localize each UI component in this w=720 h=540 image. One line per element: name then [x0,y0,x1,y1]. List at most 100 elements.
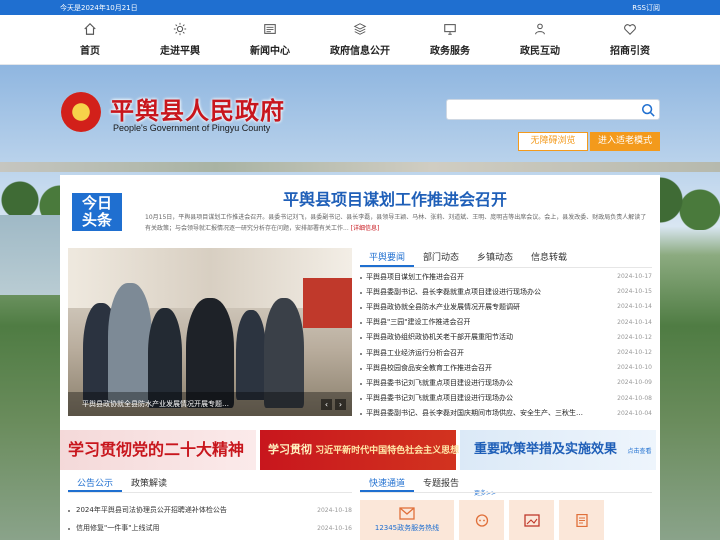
tab-announcements[interactable]: 公告公示 [68,477,123,492]
news-date: 2024-10-12 [617,349,652,357]
tab-special-reports[interactable]: 专题报告 [414,477,468,492]
nav-label: 政务服务 [430,46,470,57]
accessible-browse-button[interactable]: 无障碍浏览 [518,132,588,151]
main-nav: 首页 走进平舆 新闻中心 政府信息公开 政务服务 政民互动 招商引资 [0,15,720,65]
list-item[interactable]: 平舆县委书记刘飞就重点项目建设进行现场办公 2024-10-09 [360,375,652,390]
service-tabs: 快速通道 专题报告 [360,477,652,493]
nav-label: 政府信息公开 [330,46,390,57]
list-item[interactable]: 平舆县委副书记、县长李磊就重点项目建设进行现场办公 2024-10-15 [360,284,652,299]
search-box [446,99,660,120]
tab-reprint-news[interactable]: 信息转载 [522,250,576,267]
news-title[interactable]: 平舆县政协就全县防水产业发展情况开展专题调研 [360,302,520,312]
document-icon [575,513,588,527]
badge-line: 头条 [81,211,112,229]
headline-summary: 10月15日，平舆县项目谋划工作推进会召开。县委书记刘飞，县委副书记、县长李磊，… [145,212,651,234]
quick-tile-document[interactable] [559,500,604,540]
carousel-prev-button[interactable]: ‹ [321,399,332,410]
news-title[interactable]: 平舆县项目谋划工作推进会召开 [360,272,464,282]
list-item[interactable]: 2024年平舆县司法协理员公开招聘递补体检公告 2024-10-18 [68,501,352,519]
news-title[interactable]: 平舆县工业经济运行分析会召开 [360,348,464,358]
list-item[interactable]: 平舆县工业经济运行分析会召开 2024-10-12 [360,345,652,360]
list-item[interactable]: 平舆县政协就全县防水产业发展情况开展专题调研 2024-10-14 [360,299,652,314]
news-photo-carousel[interactable]: 平舆县政协就全县防水产业发展情况开展专题… ‹ › [68,248,352,416]
badge-line: 今日 [81,194,112,212]
notice-title[interactable]: 2024年平舆县司法协理员公开招聘递补体检公告 [68,505,227,515]
nav-item-services[interactable]: 政务服务 [405,22,495,57]
photo-red-board [303,278,352,328]
image-icon [523,513,540,527]
top-bar: 今天是2024年10月21日 RSS订阅 [0,0,720,15]
nav-label: 招商引资 [610,46,650,57]
news-date: 2024-10-15 [617,288,652,296]
news-title[interactable]: 平舆县委副书记、县长李磊就重点项目建设进行现场办公 [360,287,541,297]
photo-caption: 平舆县政协就全县防水产业发展情况开展专题… [68,392,352,416]
summary-text: 10月15日，平舆县项目谋划工作推进会召开。县委书记刘飞，县委副书记、县长李磊，… [145,214,647,232]
list-item[interactable]: 平舆县政协组织政协机关老干部开展重阳节活动 2024-10-12 [360,330,652,345]
news-list: 平舆县项目谋划工作推进会召开 2024-10-17 平舆县委副书记、县长李磊就重点… [360,269,652,421]
search-input[interactable] [447,100,627,119]
banner-policy-measures[interactable]: 重要政策举措及实施效果 点击查看更多>> [460,430,656,497]
elder-mode-button[interactable]: 进入适老模式 [590,132,660,151]
list-item[interactable]: 平舆县委书记刘飞就重点项目建设进行现场办公 2024-10-08 [360,391,652,406]
notice-date: 2024-10-16 [317,524,352,532]
news-date: 2024-10-17 [617,273,652,281]
news-title[interactable]: 平舆县委书记刘飞就重点项目建设进行现场办公 [360,378,513,388]
news-date: 2024-10-09 [617,379,652,387]
notice-title[interactable]: 信用修复"一件事"上线试用 [68,523,159,533]
detail-link[interactable]: [详细信息] [351,225,380,232]
carousel-next-button[interactable]: › [335,399,346,410]
nav-item-investment[interactable]: 招商引资 [585,22,675,57]
nav-item-info[interactable]: 政府信息公开 [315,22,405,57]
nav-item-about[interactable]: 走进平舆 [135,22,225,57]
date-text: 今天是2024年10月21日 [60,3,138,12]
headline-title[interactable]: 平舆县项目谋划工作推进会召开 [145,186,645,210]
tab-township-news[interactable]: 乡镇动态 [468,250,522,267]
quick-tile-image[interactable] [509,500,554,540]
news-title[interactable]: 平舆县"三园"建设工作推进会召开 [360,317,470,327]
nav-item-interaction[interactable]: 政民互动 [495,22,585,57]
banner-small-text: 习近平新时代中国特色社会主义思想 [315,446,460,456]
monitor-icon [444,24,456,35]
news-title[interactable]: 平舆县委书记刘飞就重点项目建设进行现场办公 [360,393,513,403]
banner-xi-thought[interactable]: 学习贯彻 习近平新时代中国特色社会主义思想 [260,430,460,470]
nav-item-news[interactable]: 新闻中心 [225,22,315,57]
nav-item-home[interactable]: 首页 [45,22,135,57]
news-title[interactable]: 平舆县政协组织政协机关老干部开展重阳节活动 [360,332,513,342]
tab-department-news[interactable]: 部门动态 [414,250,468,267]
news-title[interactable]: 平舆县校园食品安全教育工作推进会召开 [360,363,492,373]
news-date: 2024-10-10 [617,364,652,372]
people-icon [535,23,545,35]
rss-link[interactable]: RSS订阅 [632,3,660,13]
tab-policy-interpretation[interactable]: 政策解读 [122,477,176,492]
list-item[interactable]: 平舆县委副书记、县长李磊对国庆期间市场供应、安全生产、三秋生… 2024-10-0… [360,406,652,421]
list-item[interactable]: 平舆县"三园"建设工作推进会召开 2024-10-14 [360,315,652,330]
news-tabs: 平舆要闻 部门动态 乡镇动态 信息转载 [360,250,652,268]
notice-date: 2024-10-18 [317,506,352,514]
list-item[interactable]: 信用修复"一件事"上线试用 2024-10-16 [68,519,352,537]
site-title: 平舆县人民政府 [110,96,285,125]
news-icon [264,24,276,34]
site-subtitle: People's Government of Pingyu County [113,123,271,133]
national-emblem-icon [61,92,101,132]
quick-access-tiles: 12345政务服务热线 [360,500,652,540]
tab-quick-access[interactable]: 快速通道 [360,477,415,492]
list-item[interactable]: 平舆县项目谋划工作推进会召开 2024-10-17 [360,269,652,284]
layers-icon [353,23,367,35]
quick-tile-label: 12345政务服务热线 [374,524,440,532]
nav-label: 新闻中心 [250,46,290,57]
search-icon[interactable] [641,103,655,117]
nav-label: 政民互动 [520,46,560,57]
list-item[interactable]: 平舆县校园食品安全教育工作推进会召开 2024-10-10 [360,360,652,375]
tab-pingyu-news[interactable]: 平舆要闻 [360,250,415,267]
news-date: 2024-10-14 [617,303,652,311]
news-date: 2024-10-14 [617,318,652,326]
main-content: 今日 头条 平舆县项目谋划工作推进会召开 10月15日，平舆县项目谋划工作推进会… [60,175,660,540]
quick-tile-chat[interactable] [459,500,504,540]
news-title[interactable]: 平舆县委副书记、县长李磊对国庆期间市场供应、安全生产、三秋生… [360,408,583,418]
quick-tile-hotline[interactable]: 12345政务服务热线 [360,500,454,540]
banner-party-congress[interactable]: 学习贯彻党的二十大精神 [60,430,256,470]
chat-icon [475,513,488,527]
banner-policy-text: 重要政策举措及实施效果 [474,442,618,457]
notice-tabs: 公告公示 政策解读 [68,477,352,493]
news-date: 2024-10-12 [617,333,652,341]
